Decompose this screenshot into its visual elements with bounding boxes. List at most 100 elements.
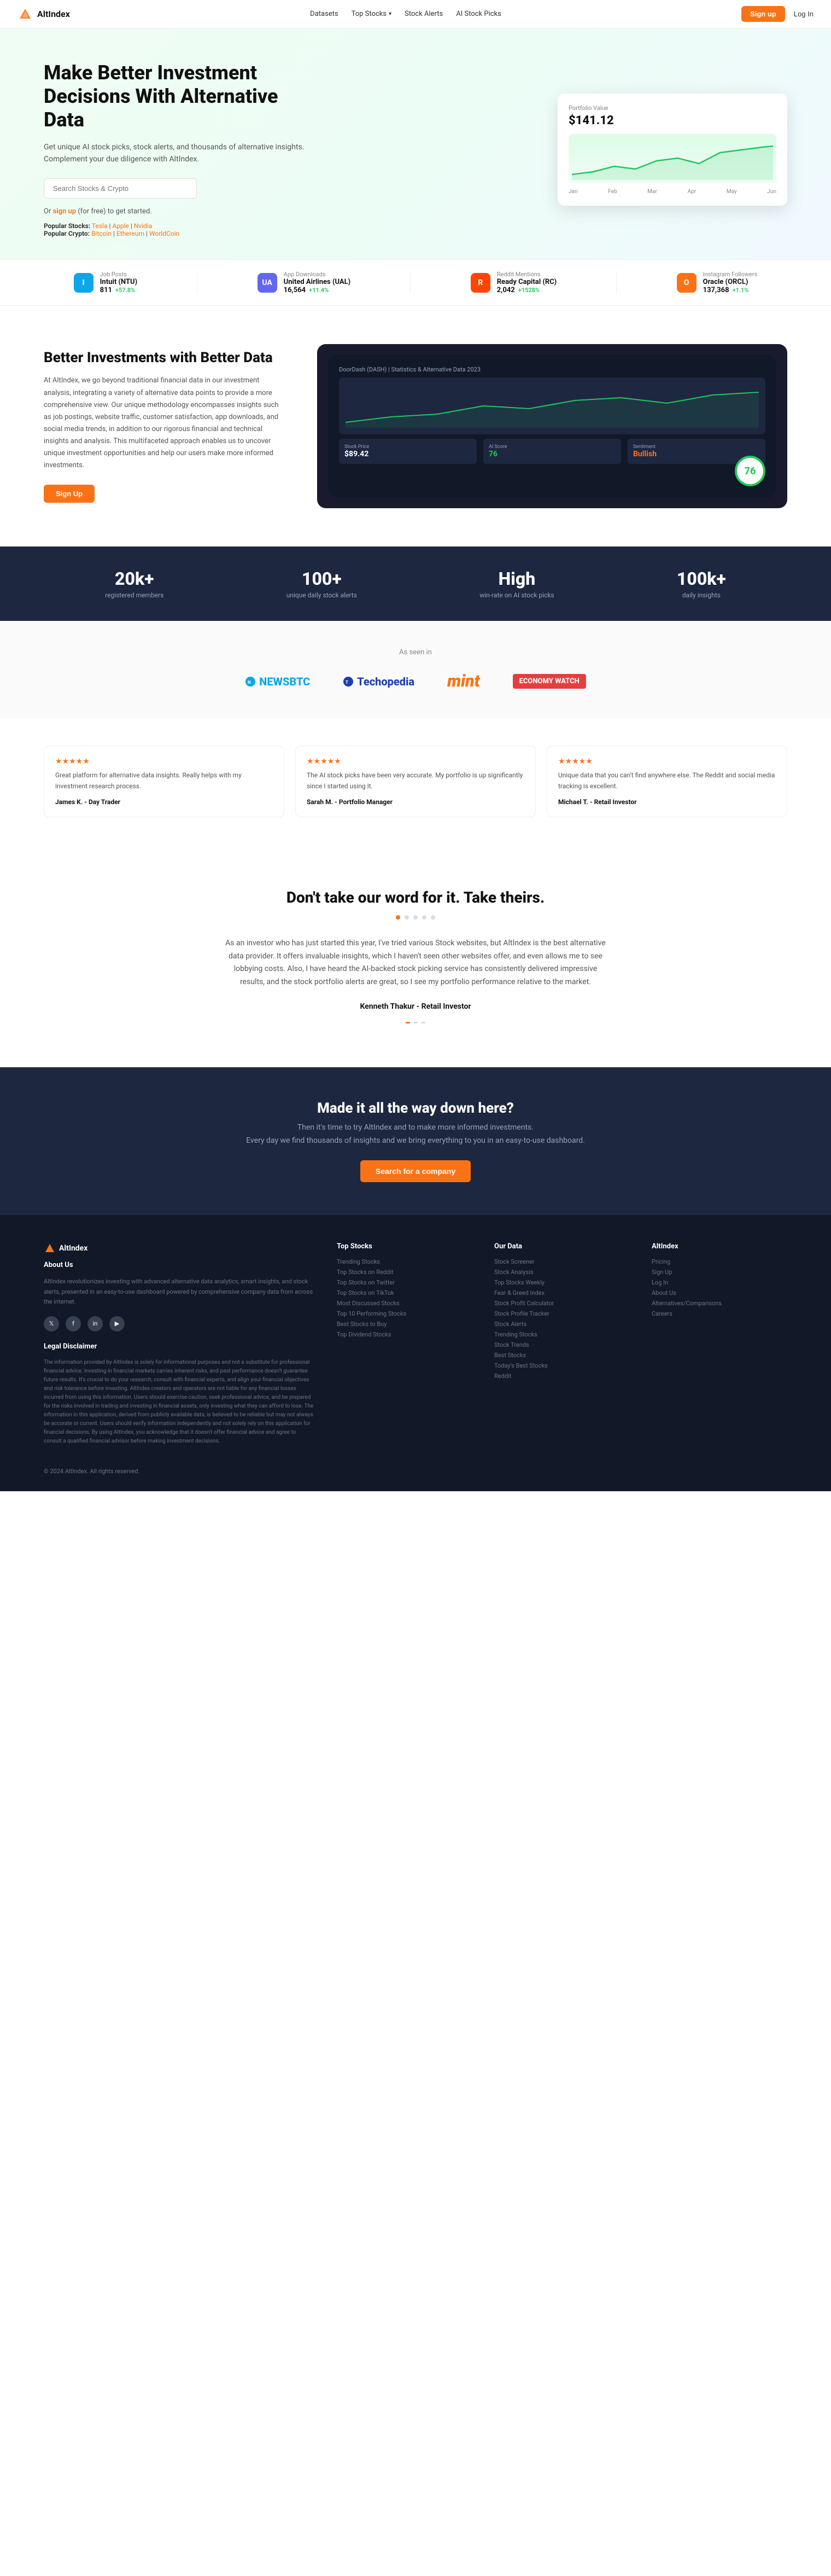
footer-trending[interactable]: Trending Stocks — [494, 1331, 630, 1338]
dark-stat-value-4: 100k+ — [677, 568, 726, 589]
stat-change-1: +57.8% — [115, 287, 135, 294]
better-signup-button[interactable]: Sign Up — [44, 485, 95, 503]
nav-stock-alerts[interactable]: Stock Alerts — [405, 10, 443, 18]
dot-5[interactable] — [431, 915, 435, 920]
twitter-icon[interactable]: 𝕏 — [44, 1316, 59, 1331]
review-author-3: Michael T. - Retail Investor — [558, 798, 776, 806]
stat-category-2: App Downloads — [284, 271, 351, 278]
hero-description: Get unique AI stock picks, stock alerts,… — [44, 141, 306, 166]
signup-button[interactable]: Sign up — [741, 6, 785, 22]
cta-bottom-section: Made it all the way down here? Then it's… — [0, 1067, 831, 1215]
dark-stat-label-2: unique daily stock alerts — [286, 591, 357, 599]
seen-in-label: As seen in — [44, 648, 787, 656]
nav-ai-picks[interactable]: AI Stock Picks — [456, 10, 501, 18]
cta-line2: Every day we find thousands of insights … — [44, 1136, 787, 1145]
footer-today-best[interactable]: Today's Best Stocks — [494, 1362, 630, 1369]
cta-line1: Then it's time to try AltIndex and to ma… — [44, 1123, 787, 1132]
techopedia-logo: T Techopedia — [343, 675, 414, 688]
dark-stat-label-1: registered members — [105, 591, 163, 599]
stat-change-4: +1.1% — [733, 287, 749, 294]
popular-worldcoin[interactable]: WorldCoin — [149, 230, 179, 237]
slider-dot-1[interactable] — [406, 1022, 410, 1024]
footer-reddit[interactable]: Reddit — [494, 1373, 630, 1380]
nav-top-stocks[interactable]: Top Stocks — [352, 10, 391, 18]
footer-login[interactable]: Log In — [652, 1279, 787, 1286]
nav-logo[interactable]: AltIndex — [17, 7, 70, 22]
ai-score-circle: 76 — [735, 456, 765, 486]
dot-2[interactable] — [405, 915, 409, 920]
footer-trending-stocks[interactable]: Trending Stocks — [337, 1258, 472, 1265]
stat-value-4: 137,368 — [703, 286, 729, 294]
review-author-1: James K. - Day Trader — [55, 798, 273, 806]
mint-logo: mint — [447, 672, 480, 691]
review-author-2: Sarah M. - Portfolio Manager — [307, 798, 524, 806]
footer-top-stocks-col: Top Stocks Trending Stocks Top Stocks on… — [337, 1242, 472, 1446]
footer-discussed-stocks[interactable]: Most Discussed Stocks — [337, 1300, 472, 1307]
login-button[interactable]: Log In — [794, 10, 814, 18]
popular-apple[interactable]: Apple — [112, 222, 129, 230]
footer-top-stocks-title: Top Stocks — [337, 1242, 472, 1251]
testimonial-author: Kenneth Thakur - Retail Investor — [44, 1002, 787, 1011]
dark-stat-value-3: High — [479, 568, 554, 589]
popular-bitcoin[interactable]: Bitcoin — [91, 230, 112, 237]
footer-about-col: AltIndex About Us AltIndex revolutionize… — [44, 1242, 315, 1446]
newsbtc-logo: N NEWSBTC — [245, 675, 310, 688]
review-stars-2: ★★★★★ — [307, 757, 524, 766]
popular-ethereum[interactable]: Ethereum — [116, 230, 144, 237]
linkedin-icon[interactable]: in — [87, 1316, 103, 1331]
reviews-section: ★★★★★ Great platform for alternative dat… — [0, 718, 831, 844]
hero-right: Portfolio Value $141.12 JanFebMarAprMayJ… — [558, 94, 787, 206]
footer-careers[interactable]: Careers — [652, 1310, 787, 1317]
footer-trends[interactable]: Stock Trends — [494, 1341, 630, 1348]
footer-alerts[interactable]: Stock Alerts — [494, 1321, 630, 1328]
popular-nvidia[interactable]: Nvidia — [134, 222, 153, 230]
united-icon: UA — [258, 273, 277, 293]
footer-pricing[interactable]: Pricing — [652, 1258, 787, 1265]
popular-tesla[interactable]: Tesla — [92, 222, 108, 230]
footer-fear-greed[interactable]: Fear & Greed Index — [494, 1289, 630, 1296]
footer-analysis[interactable]: Stock Analysis — [494, 1269, 630, 1276]
stats-bar: I Job Posts Intuit (NTU) 811 +57.8% UA A… — [0, 259, 831, 306]
review-stars-3: ★★★★★ — [558, 757, 776, 766]
nav-datasets[interactable]: Datasets — [310, 10, 338, 18]
youtube-icon[interactable]: ▶ — [109, 1316, 125, 1331]
slider-dot-3[interactable] — [421, 1022, 425, 1024]
review-cards-grid: ★★★★★ Great platform for alternative dat… — [44, 746, 787, 817]
footer-signup[interactable]: Sign Up — [652, 1269, 787, 1276]
footer-profile-tracker[interactable]: Stock Profile Tracker — [494, 1310, 630, 1317]
facebook-icon[interactable]: f — [66, 1316, 81, 1331]
footer-profit-calc[interactable]: Stock Profit Calculator — [494, 1300, 630, 1307]
stat-value-1: 811 — [100, 286, 112, 294]
footer-about[interactable]: About Us — [652, 1289, 787, 1296]
footer-reddit-stocks[interactable]: Top Stocks on Reddit — [337, 1269, 472, 1276]
footer-best-stocks[interactable]: Best Stocks to Buy — [337, 1321, 472, 1328]
footer-altindex-title: AltIndex — [652, 1242, 787, 1251]
footer-social: 𝕏 f in ▶ — [44, 1316, 315, 1331]
footer-screener[interactable]: Stock Screener — [494, 1258, 630, 1265]
footer-copyright: © 2024 AltIndex. All rights reserved. — [44, 1468, 787, 1475]
stat-category-4: Instagram Followers — [703, 271, 758, 278]
dot-3[interactable] — [413, 915, 418, 920]
stat-category-3: Reddit Mentions — [497, 271, 557, 278]
oracle-icon: O — [677, 273, 697, 293]
hero-signup-link[interactable]: sign up — [53, 207, 77, 216]
testimonial-text: As an investor who has just started this… — [224, 937, 607, 989]
footer-best[interactable]: Best Stocks — [494, 1352, 630, 1359]
footer-legal-title: Legal Disclaimer — [44, 1342, 315, 1351]
footer-weekly[interactable]: Top Stocks Weekly — [494, 1279, 630, 1286]
dark-stats-section: 20k+ registered members 100+ unique dail… — [0, 546, 831, 621]
hero-search-input[interactable] — [44, 178, 197, 199]
footer-performing-stocks[interactable]: Top 10 Performing Stocks — [337, 1310, 472, 1317]
footer-twitter-stocks[interactable]: Top Stocks on Twitter — [337, 1279, 472, 1286]
dark-stat-value-1: 20k+ — [105, 568, 163, 589]
dot-4[interactable] — [422, 915, 426, 920]
testimonial-dots — [44, 915, 787, 920]
cta-search-button[interactable]: Search for a company — [360, 1160, 471, 1182]
footer-tiktok-stocks[interactable]: Top Stocks on TikTok — [337, 1289, 472, 1296]
better-section: Better Investments with Better Data At A… — [0, 306, 831, 546]
footer-alternatives[interactable]: Alternatives/Comparisons — [652, 1300, 787, 1307]
footer-logo-icon — [44, 1242, 56, 1254]
footer-dividend-stocks[interactable]: Top Dividend Stocks — [337, 1331, 472, 1338]
slider-dot-2[interactable] — [413, 1022, 418, 1024]
dot-1[interactable] — [396, 915, 400, 920]
